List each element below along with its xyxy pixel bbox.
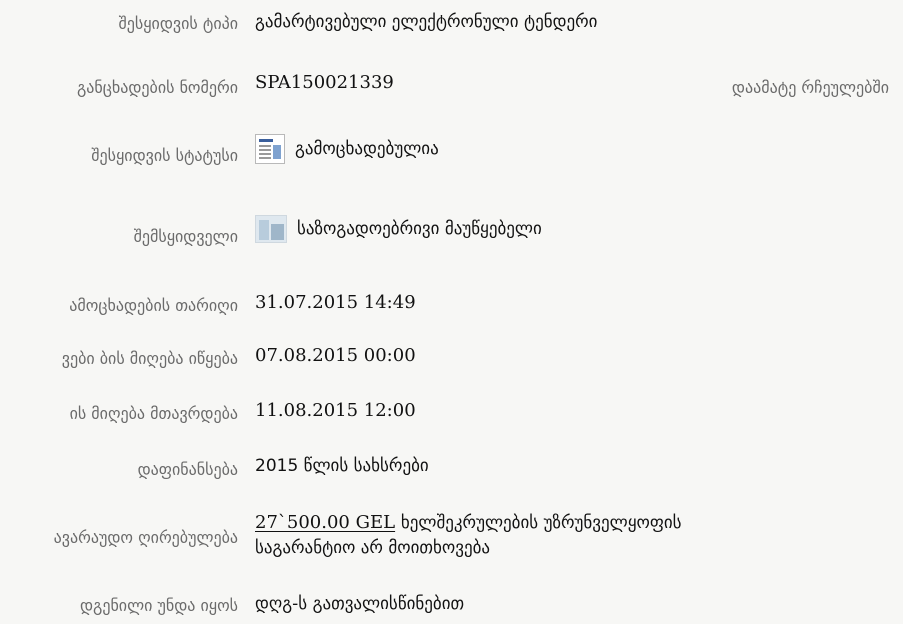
bids-start-label: ვები ბის მიღება იწყება xyxy=(61,349,238,368)
procuring-entity-value[interactable]: საზოგადოებრივი მაუწყებელი xyxy=(297,219,542,239)
procurement-status-label: შესყიდვის სტატუსი xyxy=(91,146,238,165)
organization-icon xyxy=(255,215,287,243)
announcement-number-value: SPA150021339 xyxy=(255,72,394,93)
bids-end-value: 11.08.2015 12:00 xyxy=(255,400,416,421)
procuring-entity-value-wrap: საზოგადოებრივი მაუწყებელი xyxy=(255,215,542,243)
procuring-entity-label: შემსყიდველი xyxy=(133,227,238,246)
price-presentation-value: დღგ-ს გათვალისწინებით xyxy=(255,594,465,614)
bids-start-value: 07.08.2015 00:00 xyxy=(255,345,416,366)
bids-end-label: ის მიღება მთავრდება xyxy=(69,404,238,423)
procurement-type-label: შესყიდვის ტიპი xyxy=(118,14,239,33)
announcement-date-label: ამოცხადების თარიღი xyxy=(69,296,238,315)
announcement-number-label: განცხადების ნომერი xyxy=(76,78,238,97)
estimated-value-line1: 27`500.00 GEL ხელშეკრულების უზრუნველყოფი… xyxy=(255,512,682,533)
procurement-type-value: გამარტივებული ელექტრონული ტენდერი xyxy=(255,12,598,32)
funding-label: დაფინანსება xyxy=(137,460,238,479)
estimated-amount: 27`500.00 GEL xyxy=(255,512,396,533)
document-status-icon xyxy=(255,134,285,164)
procurement-status-value-wrap: გამოცხადებულია xyxy=(255,134,439,164)
announcement-date-value: 31.07.2015 14:49 xyxy=(255,292,416,313)
funding-value: 2015 წლის სახსრები xyxy=(255,456,429,476)
guarantee-note-line2: საგარანტიო არ მოითხოვება xyxy=(255,538,491,558)
procurement-status-value: გამოცხადებულია xyxy=(295,139,439,159)
add-to-favorites-link[interactable]: დაამატე რჩეულებში xyxy=(732,78,889,97)
price-presentation-label: დგენილი უნდა იყოს xyxy=(79,596,238,615)
guarantee-note-line1: ხელშეკრულების უზრუნველყოფის xyxy=(400,513,682,533)
estimated-value-label: ავარაუდო ღირებულება xyxy=(53,528,238,547)
